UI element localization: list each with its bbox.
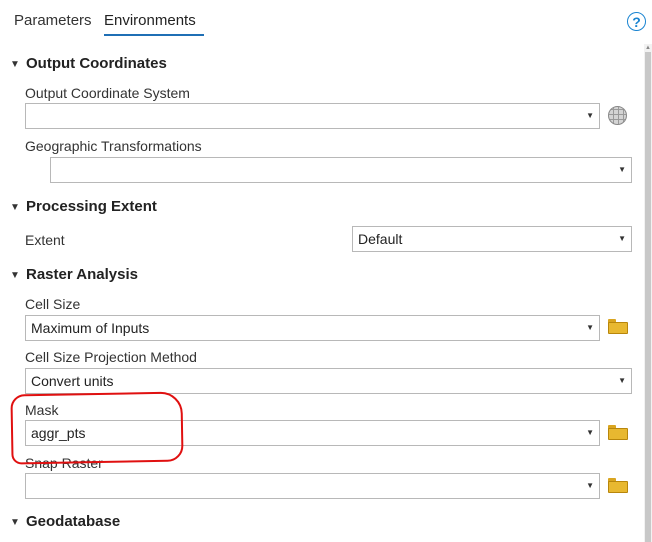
dropdown-arrow-icon[interactable]: ▼ bbox=[586, 104, 594, 128]
help-icon[interactable]: ? bbox=[627, 12, 646, 31]
scroll-thumb[interactable] bbox=[645, 52, 651, 542]
cell-size-projection-method-label: Cell Size Projection Method bbox=[25, 349, 197, 365]
snap-raster-dropdown[interactable]: ▼ bbox=[25, 473, 600, 499]
extent-label: Extent bbox=[25, 232, 65, 248]
cell-size-projection-method-dropdown[interactable]: Convert units ▼ bbox=[25, 368, 632, 394]
globe-icon[interactable] bbox=[608, 106, 627, 125]
cell-size-label: Cell Size bbox=[25, 296, 81, 312]
output-coordinate-system-label: Output Coordinate System bbox=[25, 85, 190, 101]
dropdown-value: Maximum of Inputs bbox=[31, 320, 150, 336]
dropdown-value: Convert units bbox=[31, 373, 114, 389]
vertical-scrollbar[interactable]: ▲ bbox=[644, 44, 652, 542]
geographic-transformations-label: Geographic Transformations bbox=[25, 138, 202, 154]
section-processing-extent[interactable]: ▼ Processing Extent bbox=[10, 198, 157, 215]
dropdown-value: Default bbox=[358, 231, 403, 247]
folder-icon[interactable] bbox=[608, 425, 628, 440]
section-geodatabase[interactable]: ▼ Geodatabase bbox=[10, 513, 120, 530]
geographic-transformations-dropdown[interactable]: ▼ bbox=[50, 157, 632, 183]
chevron-down-icon[interactable]: ▼ bbox=[10, 270, 22, 281]
dropdown-arrow-icon[interactable]: ▼ bbox=[618, 158, 626, 182]
active-tab-indicator bbox=[104, 34, 204, 36]
section-title: Raster Analysis bbox=[26, 266, 139, 283]
annotation-highlight bbox=[10, 391, 184, 465]
dropdown-arrow-icon[interactable]: ▼ bbox=[586, 316, 594, 340]
dropdown-arrow-icon[interactable]: ▼ bbox=[586, 474, 594, 498]
folder-icon[interactable] bbox=[608, 319, 628, 334]
chevron-down-icon[interactable]: ▼ bbox=[10, 202, 22, 213]
tab-parameters[interactable]: Parameters bbox=[14, 12, 92, 29]
extent-dropdown[interactable]: Default ▼ bbox=[352, 226, 632, 252]
output-coordinate-system-dropdown[interactable]: ▼ bbox=[25, 103, 600, 129]
scroll-up-arrow-icon[interactable]: ▲ bbox=[644, 44, 652, 52]
tab-environments[interactable]: Environments bbox=[104, 12, 196, 29]
dropdown-arrow-icon[interactable]: ▼ bbox=[618, 369, 626, 393]
folder-icon[interactable] bbox=[608, 478, 628, 493]
chevron-down-icon[interactable]: ▼ bbox=[10, 517, 22, 528]
chevron-down-icon[interactable]: ▼ bbox=[10, 59, 22, 70]
dropdown-arrow-icon[interactable]: ▼ bbox=[618, 227, 626, 251]
tab-bar: Parameters Environments ? bbox=[0, 0, 652, 44]
cell-size-dropdown[interactable]: Maximum of Inputs ▼ bbox=[25, 315, 600, 341]
section-title: Geodatabase bbox=[26, 513, 121, 530]
section-raster-analysis[interactable]: ▼ Raster Analysis bbox=[10, 266, 138, 283]
section-output-coordinates[interactable]: ▼ Output Coordinates bbox=[10, 55, 167, 72]
section-title: Output Coordinates bbox=[26, 55, 167, 72]
dropdown-arrow-icon[interactable]: ▼ bbox=[586, 421, 594, 445]
section-title: Processing Extent bbox=[26, 198, 157, 215]
